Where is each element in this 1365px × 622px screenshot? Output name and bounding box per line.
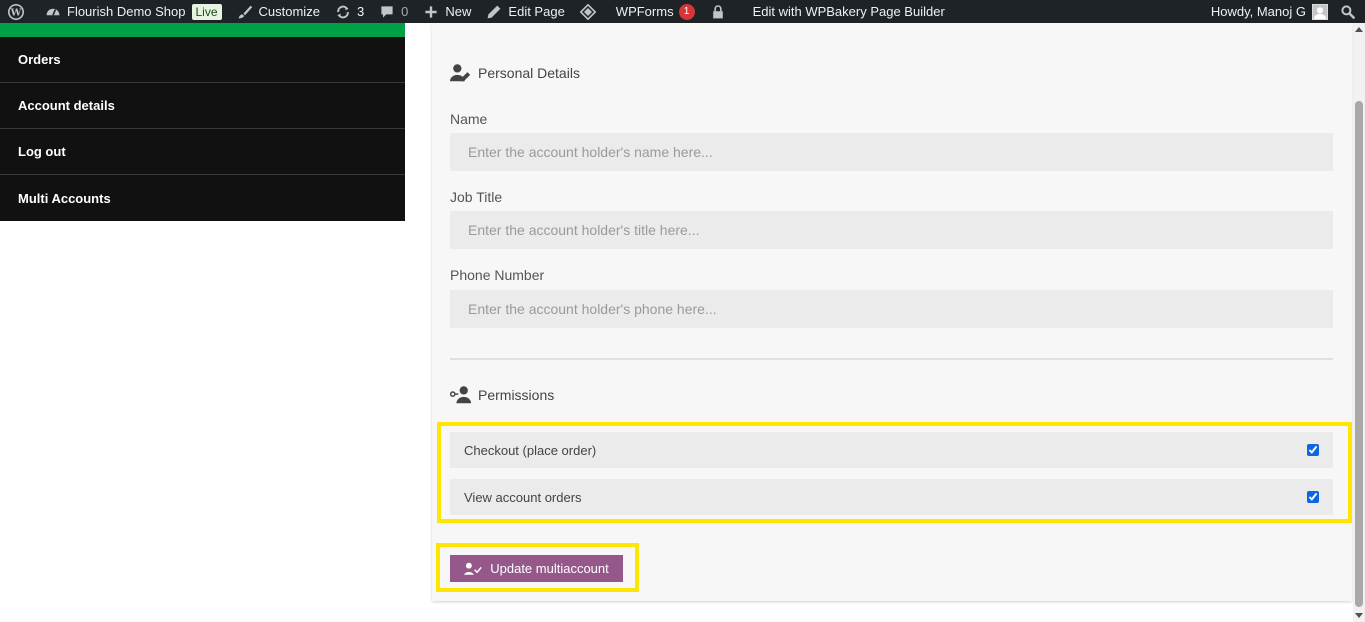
update-multiaccount-button[interactable]: Update multiaccount bbox=[450, 555, 623, 582]
nav-accent-bar bbox=[0, 23, 405, 37]
permission-checkout-label: Checkout (place order) bbox=[464, 442, 597, 458]
nav-item-multi-accounts[interactable]: Multi Accounts bbox=[0, 175, 405, 221]
howdy-label: Howdy, Manoj G bbox=[1210, 4, 1306, 19]
permission-view-orders-checkbox[interactable] bbox=[1307, 491, 1319, 503]
wpbakery-label: Edit with WPBakery Page Builder bbox=[752, 4, 945, 19]
permissions-heading: Permissions bbox=[450, 385, 554, 405]
brush-icon bbox=[236, 3, 254, 21]
wpbakery-logo[interactable] bbox=[572, 0, 609, 23]
admin-bar: W Flourish Demo Shop Live Customize 3 0 … bbox=[0, 0, 1365, 23]
scroll-thumb[interactable] bbox=[1355, 101, 1363, 607]
wpforms-notification-badge: 1 bbox=[678, 3, 695, 20]
updates-count: 3 bbox=[356, 4, 365, 19]
account-menu[interactable]: Howdy, Manoj G bbox=[1204, 0, 1332, 23]
job-title-input[interactable] bbox=[450, 211, 1333, 249]
admin-search[interactable] bbox=[1332, 0, 1365, 23]
updates-link[interactable]: 3 bbox=[327, 0, 371, 23]
page-scrollbar[interactable] bbox=[1353, 23, 1365, 622]
svg-text:W: W bbox=[10, 7, 22, 18]
nav-item-orders[interactable]: Orders bbox=[0, 37, 405, 83]
live-badge: Live bbox=[191, 3, 222, 20]
refresh-icon bbox=[334, 3, 352, 21]
wordpress-icon: W bbox=[7, 3, 25, 21]
lock-link[interactable] bbox=[702, 0, 739, 23]
wpforms-label: WPForms bbox=[615, 4, 674, 19]
phone-label: Phone Number bbox=[450, 267, 545, 283]
comment-icon bbox=[378, 3, 396, 21]
wpbakery-edit-link[interactable]: Edit with WPBakery Page Builder bbox=[739, 0, 952, 23]
name-label: Name bbox=[450, 111, 488, 127]
comments-count: 0 bbox=[401, 4, 409, 19]
permissions-highlight: Checkout (place order) View account orde… bbox=[437, 422, 1352, 523]
permission-view-orders-label: View account orders bbox=[464, 489, 582, 505]
customize-label: Customize bbox=[258, 4, 320, 19]
site-name-menu[interactable]: Flourish Demo Shop Live bbox=[37, 0, 229, 23]
nav-item-log-out[interactable]: Log out bbox=[0, 129, 405, 175]
site-name: Flourish Demo Shop bbox=[67, 4, 186, 19]
section-divider bbox=[450, 358, 1333, 360]
new-content-menu[interactable]: New bbox=[415, 0, 478, 23]
update-button-highlight: Update multiaccount bbox=[436, 543, 639, 592]
permission-checkout-row[interactable]: Checkout (place order) bbox=[450, 432, 1333, 468]
wordpress-logo-menu[interactable]: W bbox=[0, 0, 37, 23]
plus-icon bbox=[422, 3, 440, 21]
user-key-icon bbox=[450, 386, 472, 404]
customize-link[interactable]: Customize bbox=[229, 0, 327, 23]
phone-input[interactable] bbox=[450, 290, 1333, 328]
user-edit-icon bbox=[450, 64, 471, 82]
job-title-label: Job Title bbox=[450, 189, 503, 205]
account-navigation: Orders Account details Log out Multi Acc… bbox=[0, 37, 405, 221]
search-icon bbox=[1339, 3, 1357, 21]
permission-view-orders-row[interactable]: View account orders bbox=[450, 479, 1333, 515]
pencil-icon bbox=[485, 3, 503, 21]
dashboard-icon bbox=[44, 3, 62, 21]
new-label: New bbox=[445, 4, 472, 19]
name-input[interactable] bbox=[450, 133, 1333, 171]
personal-details-heading: Personal Details bbox=[450, 63, 580, 83]
avatar bbox=[1312, 3, 1328, 20]
scroll-down-arrow[interactable] bbox=[1355, 613, 1363, 618]
user-check-icon bbox=[464, 562, 482, 575]
personal-details-title: Personal Details bbox=[478, 65, 580, 81]
wpforms-menu[interactable]: WPForms 1 bbox=[609, 0, 702, 23]
comments-link[interactable]: 0 bbox=[371, 0, 415, 23]
nav-item-account-details[interactable]: Account details bbox=[0, 83, 405, 129]
permission-checkout-checkbox[interactable] bbox=[1307, 444, 1319, 456]
diamond-icon bbox=[579, 3, 597, 21]
update-multiaccount-label: Update multiaccount bbox=[490, 561, 609, 576]
permissions-title: Permissions bbox=[478, 387, 555, 403]
lock-icon bbox=[709, 3, 727, 21]
edit-page-label: Edit Page bbox=[508, 4, 565, 19]
scroll-up-arrow[interactable] bbox=[1355, 27, 1363, 32]
edit-page-link[interactable]: Edit Page bbox=[478, 0, 571, 23]
